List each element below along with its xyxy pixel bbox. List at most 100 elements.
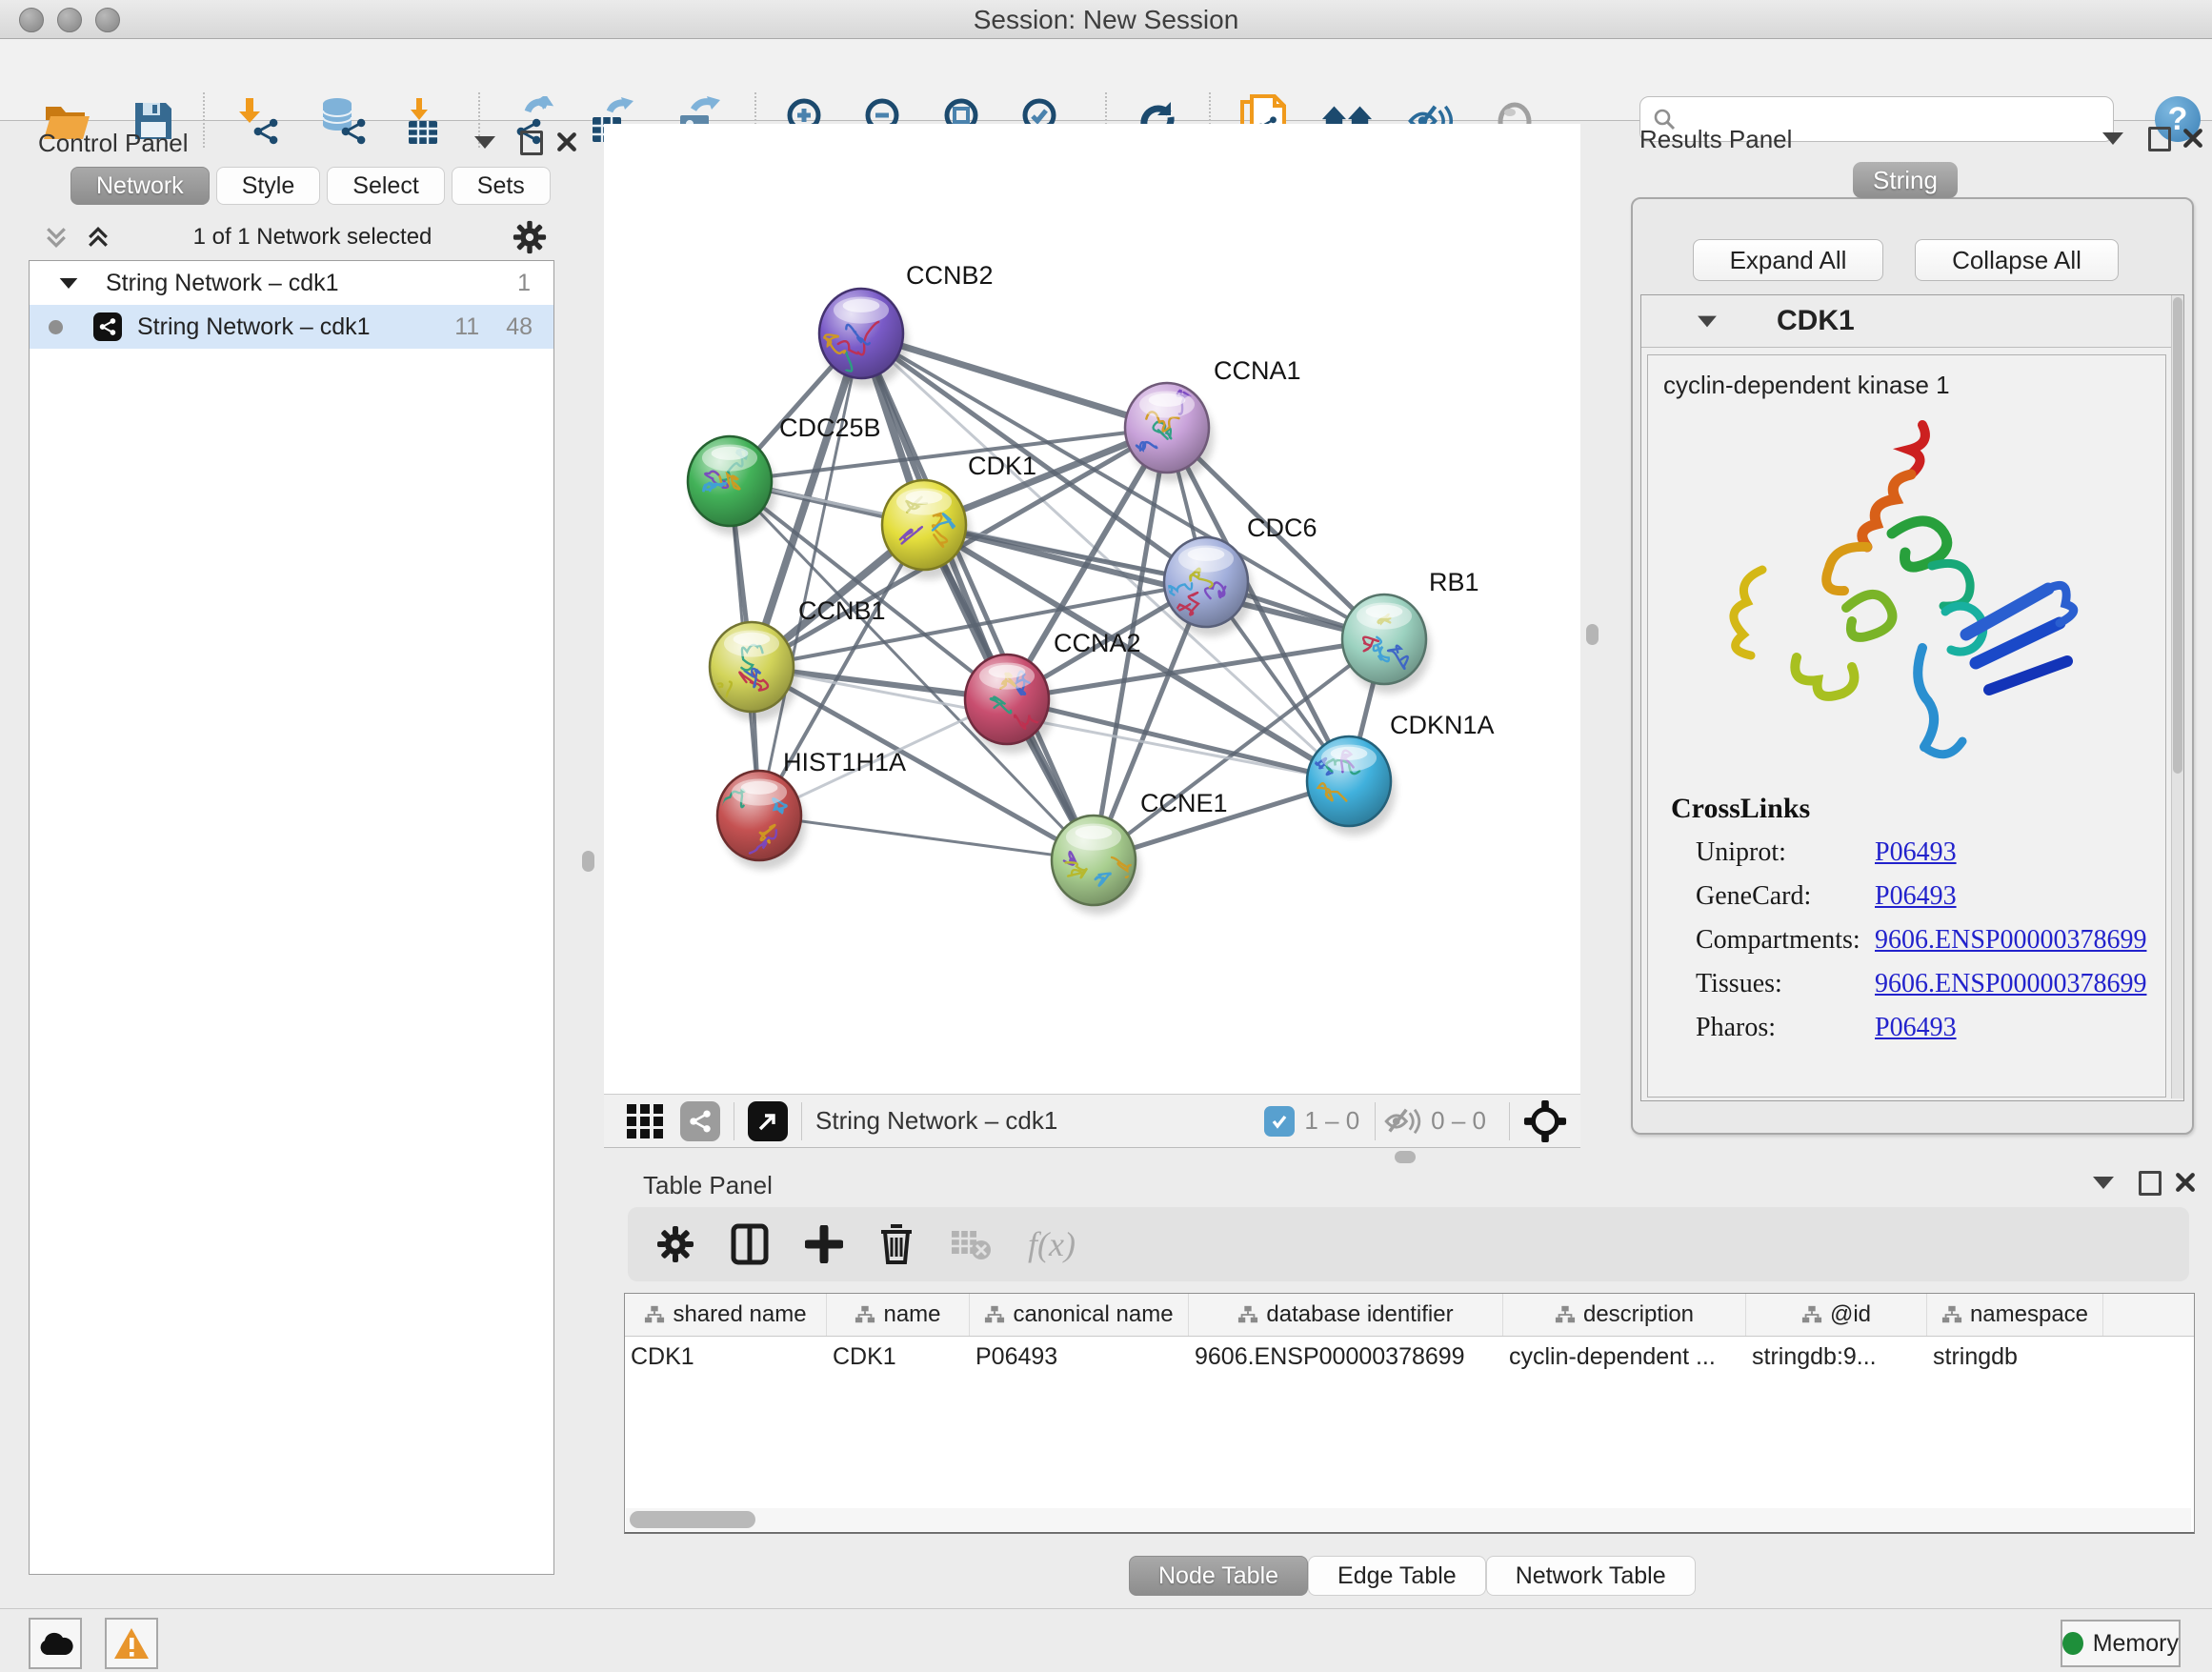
tree-icon	[1941, 1304, 1962, 1325]
expand-all-button[interactable]: Expand All	[1693, 239, 1883, 281]
table-cell[interactable]: cyclin-dependent ...	[1503, 1343, 1746, 1371]
tab-network[interactable]: Network	[70, 167, 210, 205]
node-CDK1[interactable]	[882, 480, 971, 579]
node-RB1[interactable]	[1342, 594, 1431, 694]
collapse-all-networks-icon[interactable]	[84, 223, 112, 252]
collapse-panel-icon[interactable]	[2093, 1177, 2114, 1194]
column-header-shared-name[interactable]: shared name	[625, 1294, 827, 1336]
column-header-namespace[interactable]: namespace	[1927, 1294, 2103, 1336]
tab-sets[interactable]: Sets	[452, 167, 551, 205]
horizontal-splitter-handle[interactable]	[1395, 1151, 1416, 1163]
network-collection-row[interactable]: String Network – cdk1 1	[30, 261, 553, 305]
tab-node-table[interactable]: Node Table	[1129, 1556, 1308, 1596]
protein-expander-icon[interactable]	[1698, 315, 1717, 327]
network-view-canvas[interactable]: CCNB2CCNA1CDC25BCDK1CDC6RB1CCNB1CCNA2CDK…	[604, 124, 1580, 1094]
tab-network-table[interactable]: Network Table	[1486, 1556, 1696, 1596]
birdseye-crosshair-icon[interactable]	[1523, 1099, 1567, 1143]
titlebar: Session: New Session	[0, 0, 2212, 39]
node-HIST1H1A[interactable]	[717, 771, 806, 870]
crosslink-row: Uniprot:P06493	[1648, 831, 2165, 875]
float-panel-icon[interactable]	[2139, 1171, 2162, 1200]
collapse-all-button[interactable]: Collapse All	[1915, 239, 2119, 281]
node-CDC6[interactable]	[1164, 537, 1253, 636]
memory-button[interactable]: Memory	[2061, 1620, 2181, 1667]
node-CDKN1A[interactable]	[1307, 736, 1396, 836]
table-cell[interactable]: stringdb:9...	[1746, 1343, 1927, 1371]
show-columns-icon[interactable]	[731, 1223, 769, 1265]
warning-button[interactable]	[105, 1618, 158, 1669]
expand-all-networks-icon[interactable]	[42, 223, 70, 252]
edge[interactable]	[861, 333, 1094, 860]
tree-icon	[984, 1304, 1005, 1325]
control-panel-title: Control Panel	[38, 129, 189, 158]
node-CCNA1[interactable]	[1125, 383, 1214, 482]
crosslink-link[interactable]: P06493	[1875, 1013, 1957, 1043]
tab-style[interactable]: Style	[216, 167, 321, 205]
grid-view-icon[interactable]	[625, 1100, 667, 1142]
network-row-label: String Network – cdk1	[137, 313, 371, 341]
control-panel-tabs: NetworkStyleSelectSets	[70, 167, 551, 205]
selected-nodes-checkbox-icon[interactable]	[1264, 1106, 1295, 1137]
protein-name: CDK1	[1777, 305, 1855, 337]
node-CDC25B[interactable]	[688, 436, 776, 535]
tab-edge-table[interactable]: Edge Table	[1308, 1556, 1486, 1596]
collapse-panel-icon[interactable]	[474, 136, 495, 153]
delete-table-icon[interactable]	[950, 1227, 992, 1261]
edge[interactable]	[759, 816, 1094, 860]
table-options-gear-icon[interactable]	[656, 1225, 694, 1263]
function-builder-icon[interactable]: f(x)	[1028, 1224, 1076, 1264]
detach-view-icon[interactable]	[748, 1101, 788, 1141]
node-table[interactable]: shared namenamecanonical namedatabase id…	[624, 1293, 2195, 1534]
tab-string[interactable]: String	[1853, 162, 1958, 198]
close-panel-icon[interactable]	[2175, 1172, 2196, 1193]
add-column-plus-icon[interactable]	[805, 1225, 843, 1263]
tab-select[interactable]: Select	[327, 167, 444, 205]
column-header-canonical-name[interactable]: canonical name	[970, 1294, 1189, 1336]
string-network-graph[interactable]: CCNB2CCNA1CDC25BCDK1CDC6RB1CCNB1CCNA2CDK…	[604, 124, 1580, 1094]
right-splitter-handle[interactable]	[1586, 624, 1599, 645]
crosslink-label: GeneCard:	[1696, 881, 1875, 912]
statusbar: Memory	[0, 1608, 2212, 1672]
crosslinks-list: Uniprot:P06493GeneCard:P06493Compartment…	[1648, 831, 2165, 1050]
float-panel-icon[interactable]	[2148, 127, 2171, 156]
network-overview-icon[interactable]	[680, 1101, 720, 1141]
node-label: CDK1	[968, 452, 1036, 480]
table-cell[interactable]: P06493	[970, 1343, 1189, 1371]
results-panel-title: Results Panel	[1639, 125, 1792, 154]
tree-icon	[855, 1304, 875, 1325]
column-header-name[interactable]: name	[827, 1294, 970, 1336]
network-row[interactable]: String Network – cdk1 11 48	[30, 305, 553, 349]
table-row[interactable]: CDK1CDK1P064939606.ENSP00000378699cyclin…	[625, 1337, 2194, 1377]
close-panel-icon[interactable]	[556, 131, 577, 152]
left-splitter-handle[interactable]	[582, 851, 594, 872]
cloud-button[interactable]	[29, 1618, 82, 1669]
protein-section-header[interactable]: CDK1	[1641, 295, 2183, 348]
close-panel-icon[interactable]	[2182, 128, 2203, 149]
table-cell[interactable]: CDK1	[625, 1343, 827, 1371]
hidden-items-eye-slash-icon[interactable]	[1381, 1101, 1421, 1141]
column-header-@id[interactable]: @id	[1746, 1294, 1927, 1336]
node-CCNE1[interactable]	[1052, 816, 1140, 915]
network-options-gear-icon[interactable]	[513, 220, 547, 254]
crosslink-link[interactable]: P06493	[1875, 881, 1957, 912]
collection-expander-icon[interactable]	[60, 277, 78, 288]
node-label: CCNA1	[1214, 356, 1301, 385]
results-scrollbar[interactable]	[2171, 295, 2183, 1098]
table-cell[interactable]: CDK1	[827, 1343, 970, 1371]
crosslink-link[interactable]: 9606.ENSP00000378699	[1875, 925, 2146, 956]
table-cell[interactable]: stringdb	[1927, 1343, 2103, 1371]
delete-column-trash-icon[interactable]	[879, 1223, 914, 1265]
column-header-description[interactable]: description	[1503, 1294, 1746, 1336]
node-CCNB2[interactable]	[816, 289, 908, 388]
column-header-database-identifier[interactable]: database identifier	[1189, 1294, 1503, 1336]
table-cell[interactable]: 9606.ENSP00000378699	[1189, 1343, 1503, 1371]
float-panel-icon[interactable]	[520, 131, 543, 160]
crosslink-row: Pharos:P06493	[1648, 1006, 2165, 1050]
table-horizontal-scrollbar[interactable]	[626, 1508, 2191, 1531]
crosslink-link[interactable]: 9606.ENSP00000378699	[1875, 969, 2146, 999]
crosslink-link[interactable]: P06493	[1875, 837, 1957, 868]
network-selection-status: 1 of 1 Network selected	[112, 224, 513, 251]
collapse-panel-icon[interactable]	[2102, 132, 2123, 150]
node-label: CDC25B	[779, 413, 881, 442]
scrollbar-thumb[interactable]	[630, 1511, 755, 1528]
